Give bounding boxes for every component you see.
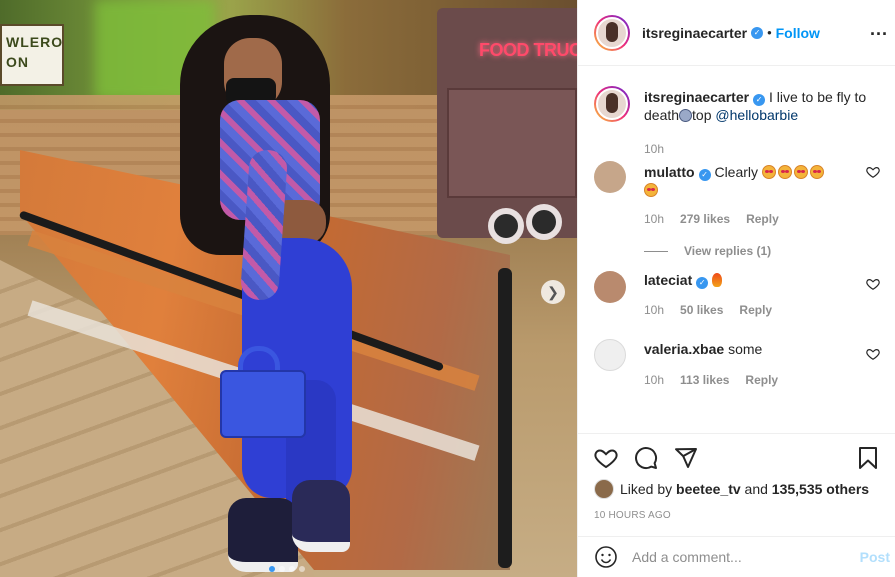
post-dialog: WLERO ON FOOD TRUCK ❯ <box>0 0 895 577</box>
add-comment-bar: Post <box>578 536 895 577</box>
food-truck-body <box>447 88 577 198</box>
caption-username[interactable]: itsreginaecarter <box>644 89 749 105</box>
fire-emoji-icon <box>712 273 723 287</box>
star-struck-emoji-icon <box>761 165 776 179</box>
verified-icon: ✓ <box>696 277 709 289</box>
comment-likes[interactable]: 50 likes <box>680 303 723 317</box>
carousel-dot <box>279 566 285 572</box>
comment-body: Clearly <box>714 164 759 180</box>
caption-text: itsreginaecarter ✓ I live to be fly to de… <box>644 88 872 124</box>
comment-row: mulatto ✓ Clearly 10h 279 likes Reply Vie… <box>594 153 880 259</box>
comment-time[interactable]: 10h <box>644 212 664 226</box>
comment-meta: 10h 279 likes Reply <box>644 212 880 226</box>
comment-username[interactable]: lateciat <box>644 272 692 288</box>
carousel-dot <box>299 566 305 572</box>
likes-others-count[interactable]: 135,535 others <box>772 481 869 497</box>
bookmark-icon[interactable] <box>856 446 880 470</box>
verified-icon: ✓ <box>698 169 711 181</box>
comment-row: valeria.xbae some 10h 113 likes Reply <box>594 329 880 399</box>
photo-sign: WLERO ON <box>0 24 64 86</box>
carousel-next-button[interactable]: ❯ <box>541 280 565 304</box>
like-comment-heart-icon[interactable] <box>866 347 880 361</box>
post-photo[interactable]: WLERO ON FOOD TRUCK ❯ <box>0 0 577 577</box>
likes-summary: Liked by beetee_tv and 135,535 others <box>594 479 869 499</box>
person-shoe <box>228 498 298 572</box>
view-replies-button[interactable]: View replies (1) <box>644 244 880 258</box>
comment-time[interactable]: 10h <box>644 303 664 317</box>
comment-body: some <box>728 341 763 357</box>
post-actions <box>578 433 895 483</box>
likes-and: and <box>744 481 768 497</box>
person-shoe <box>292 480 350 552</box>
comments-list[interactable]: itsreginaecarter ✓ I live to be fly to de… <box>578 67 895 433</box>
verified-icon: ✓ <box>753 94 766 106</box>
photo-sign-text-1: WLERO <box>6 34 64 50</box>
rail-post <box>498 268 512 568</box>
comment-time[interactable]: 10h <box>644 373 664 387</box>
smiley-icon[interactable] <box>594 545 618 569</box>
truck-wheel <box>526 204 562 240</box>
comment-meta: 10h 113 likes Reply <box>644 373 880 387</box>
comment-text: lateciat ✓ <box>644 259 844 289</box>
comment-icon[interactable] <box>634 446 658 470</box>
carousel-dots <box>269 566 305 572</box>
comment-text: valeria.xbae some <box>644 329 844 358</box>
caption: itsreginaecarter ✓ I live to be fly to de… <box>594 67 880 156</box>
commenter-avatar[interactable] <box>594 339 626 371</box>
chevron-right-icon: ❯ <box>547 283 559 300</box>
more-options-button[interactable]: ... <box>870 20 888 38</box>
like-comment-heart-icon[interactable] <box>866 277 880 291</box>
commenter-avatar[interactable] <box>594 271 626 303</box>
star-struck-emoji-icon <box>793 165 808 179</box>
add-comment-input[interactable] <box>632 549 852 565</box>
like-comment-heart-icon[interactable] <box>866 165 880 179</box>
author-avatar[interactable] <box>594 14 630 51</box>
carousel-dot <box>289 566 295 572</box>
likes-prefix: Liked by <box>620 481 673 497</box>
liker-avatar[interactable] <box>594 479 614 499</box>
reply-button[interactable]: Reply <box>745 373 778 387</box>
post-timestamp[interactable]: 10 HOURS AGO <box>594 510 671 521</box>
star-struck-emoji-icon <box>809 165 824 179</box>
star-struck-emoji-icon <box>777 165 792 179</box>
comment-row: lateciat ✓ 10h 50 likes Reply <box>594 259 880 329</box>
post-side-panel: itsreginaecarter ✓ • Follow ... itsregin… <box>577 0 895 577</box>
commenter-avatar[interactable] <box>594 161 626 193</box>
reply-button[interactable]: Reply <box>746 212 779 226</box>
heart-icon[interactable] <box>594 446 618 470</box>
comment-username[interactable]: valeria.xbae <box>644 341 724 357</box>
star-struck-emoji-icon <box>644 183 658 197</box>
food-truck-sign: FOOD TRUCK <box>479 40 577 60</box>
post-header: itsreginaecarter ✓ • Follow ... <box>578 0 895 66</box>
liker-username[interactable]: beetee_tv <box>676 481 741 497</box>
truck-wheel <box>488 208 524 244</box>
carousel-dot <box>269 566 275 572</box>
comment-text: mulatto ✓ Clearly <box>644 153 844 199</box>
face-emoji-icon <box>679 109 693 122</box>
photo-food-truck: FOOD TRUCK <box>437 8 577 238</box>
verified-icon: ✓ <box>751 26 764 39</box>
comment-likes[interactable]: 113 likes <box>680 373 729 387</box>
comment-username[interactable]: mulatto <box>644 164 695 180</box>
share-icon[interactable] <box>674 446 698 470</box>
author-username[interactable]: itsreginaecarter <box>642 25 747 41</box>
caption-avatar[interactable] <box>594 86 630 122</box>
photo-sign-text-2: ON <box>6 54 29 70</box>
handbag <box>220 370 306 438</box>
comment-likes[interactable]: 279 likes <box>680 212 730 226</box>
reply-button[interactable]: Reply <box>739 303 772 317</box>
caption-body-2: top <box>692 107 712 123</box>
header-separator: • <box>767 25 772 40</box>
comment-meta: 10h 50 likes Reply <box>644 303 880 317</box>
view-replies-label: View replies (1) <box>684 244 772 258</box>
post-comment-button[interactable]: Post <box>860 549 890 565</box>
follow-button[interactable]: Follow <box>776 25 820 41</box>
caption-mention[interactable]: @hellobarbie <box>715 107 798 123</box>
